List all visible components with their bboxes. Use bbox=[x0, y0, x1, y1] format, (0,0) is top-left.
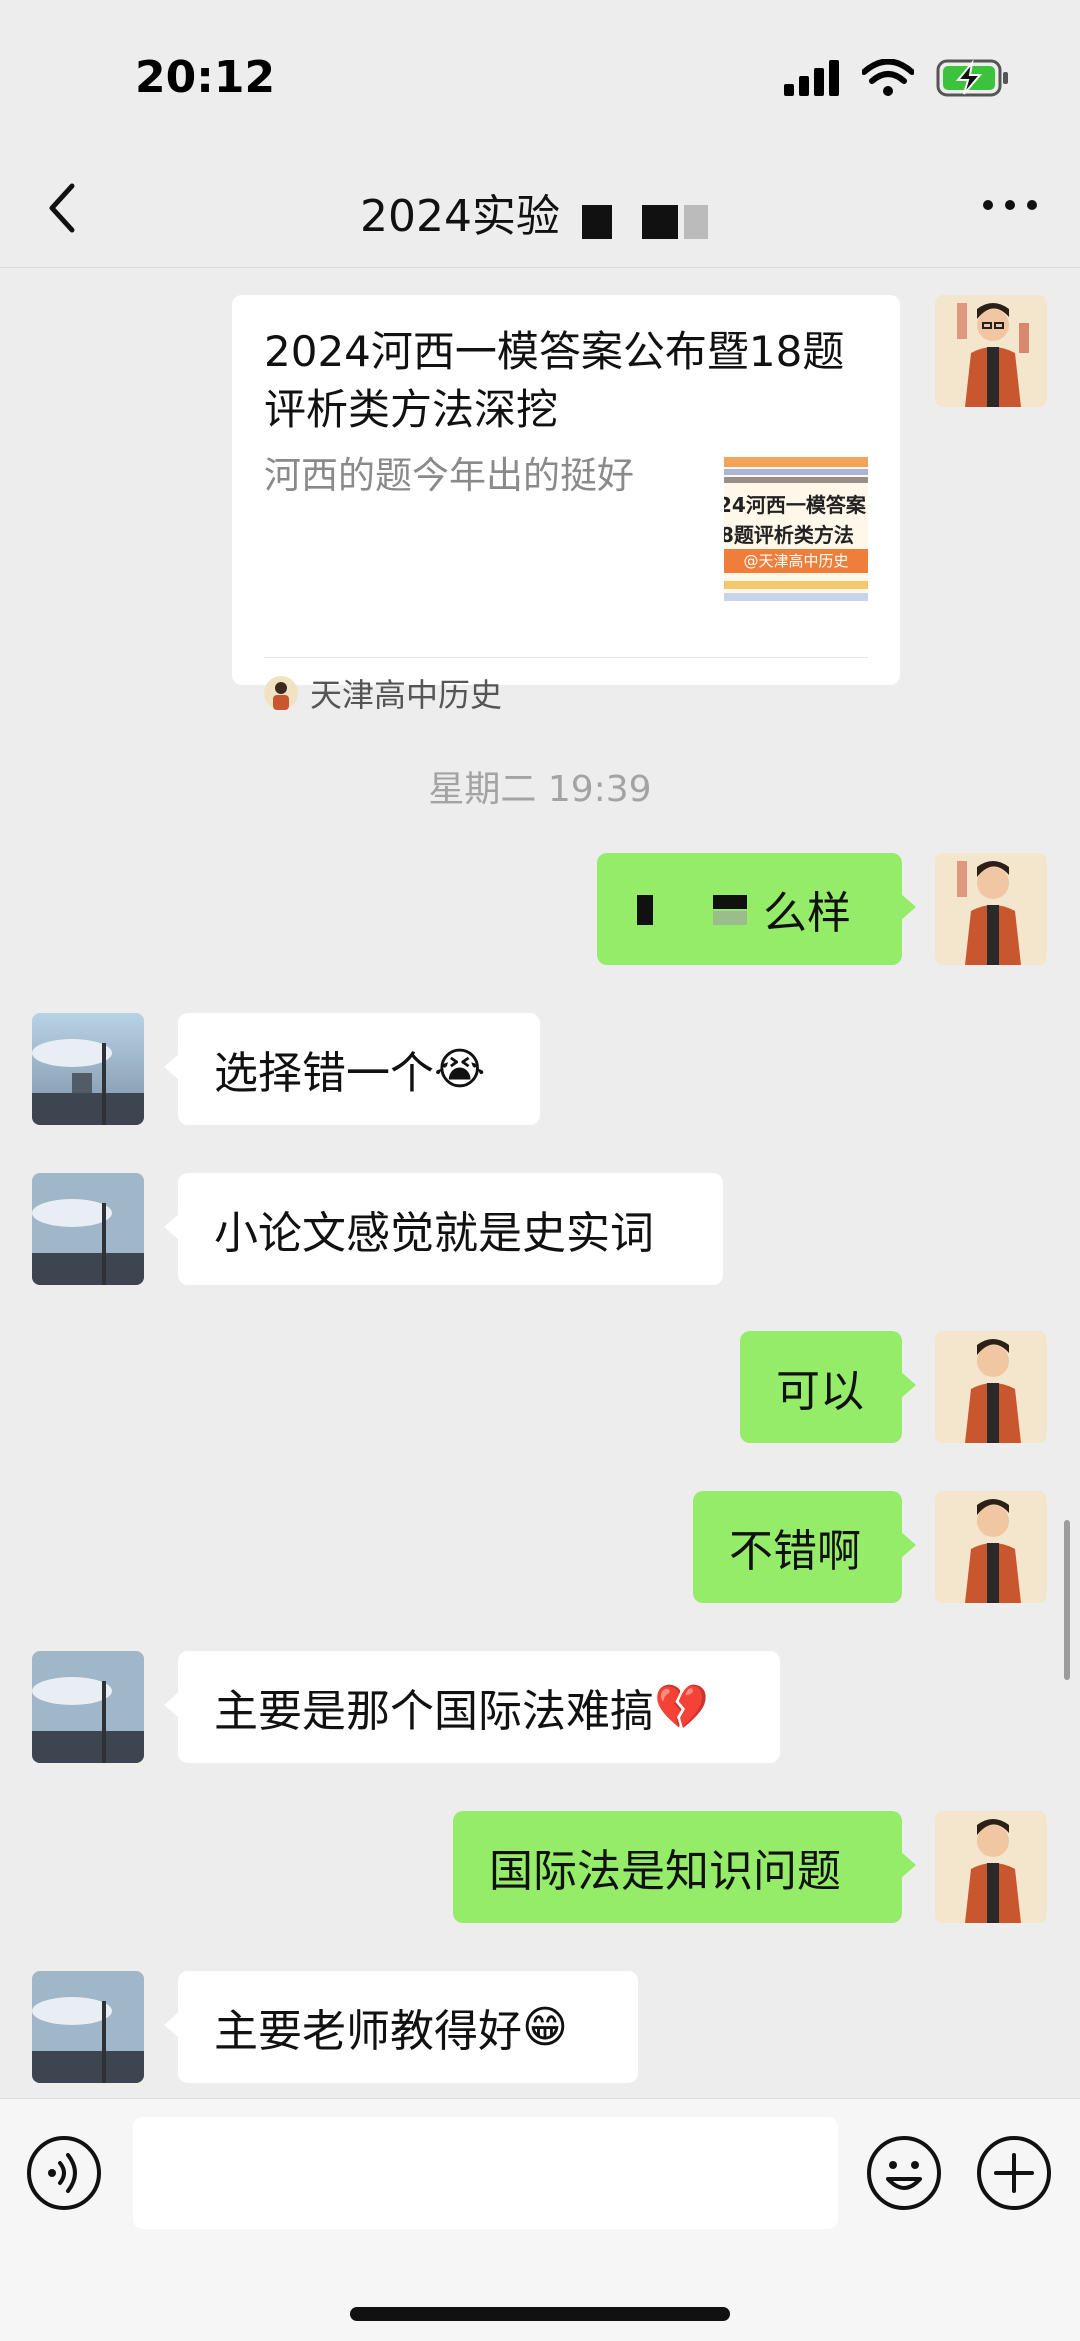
message-bubble[interactable]: 么样 bbox=[597, 853, 916, 965]
message-text: 不错啊 bbox=[729, 1526, 861, 1577]
message-text: 么样 bbox=[763, 888, 851, 939]
message-bubble[interactable]: 国际法是知识问题 bbox=[453, 1811, 916, 1923]
card-divider bbox=[264, 657, 868, 658]
message-bubble[interactable]: 小论文感觉就是史实词 bbox=[164, 1173, 723, 1285]
my-avatar[interactable] bbox=[935, 295, 1047, 407]
message-bubble[interactable]: 主要是那个国际法难搞 💔 bbox=[164, 1651, 780, 1763]
my-avatar[interactable] bbox=[935, 1331, 1047, 1443]
message-text: 小论文感觉就是史实词 bbox=[214, 1208, 654, 1259]
status-time: 20:12 bbox=[135, 52, 276, 103]
input-bar bbox=[0, 2098, 1080, 2341]
broken-heart-emoji-icon: 💔 bbox=[654, 1682, 709, 1733]
chevron-left-icon bbox=[49, 183, 75, 233]
battery-charging-icon bbox=[936, 59, 1008, 97]
navigation-bar: 2024实验 bbox=[0, 150, 1080, 268]
sky-photo-avatar-icon bbox=[32, 1971, 144, 2083]
message-bubble[interactable]: 可以 bbox=[740, 1331, 916, 1443]
voice-icon bbox=[27, 2136, 101, 2210]
back-button[interactable] bbox=[40, 180, 90, 236]
my-avatar[interactable] bbox=[935, 853, 1047, 965]
message-text: 选择错一个 bbox=[214, 1048, 434, 1099]
article-title: 2024河西一模答案公布暨18题评析类方法深挖 bbox=[264, 327, 845, 434]
article-description: 河西的题今年出的挺好 bbox=[264, 454, 634, 497]
contact-avatar[interactable] bbox=[32, 1651, 144, 1763]
teacher-avatar-icon bbox=[935, 1491, 1047, 1603]
cellular-signal-icon bbox=[784, 60, 839, 96]
plus-icon bbox=[977, 2136, 1051, 2210]
message-timestamp: 星期二 19:39 bbox=[428, 769, 652, 810]
status-icons bbox=[784, 58, 1010, 98]
article-source-name: 天津高中历史 bbox=[310, 676, 503, 714]
teacher-avatar-icon bbox=[935, 295, 1047, 407]
status-bar: 20:12 bbox=[0, 0, 1080, 150]
more-options-button[interactable] bbox=[980, 190, 1040, 220]
redacted-text bbox=[633, 887, 763, 931]
article-source[interactable]: 天津高中历史 bbox=[264, 670, 502, 716]
scroll-indicator[interactable] bbox=[1064, 1520, 1070, 1680]
shared-article-card[interactable]: 2024河西一模答案公布暨18题评析类方法深挖 河西的题今年出的挺好 24河西一… bbox=[232, 295, 900, 714]
my-avatar[interactable] bbox=[935, 1491, 1047, 1603]
wifi-icon bbox=[862, 59, 914, 96]
crying-emoji-icon: 😭 bbox=[434, 1043, 486, 1095]
message-bubble[interactable]: 选择错一个 😭 bbox=[164, 1013, 540, 1125]
article-thumbnail: 24河西一模答案 8题评析类方法 @天津高中历史 bbox=[724, 457, 868, 601]
message-bubble[interactable]: 主要老师教得好 😁 bbox=[164, 1971, 638, 2083]
source-avatar-icon bbox=[264, 676, 298, 710]
message-bubble[interactable]: 不错啊 bbox=[693, 1491, 916, 1603]
message-text: 国际法是知识问题 bbox=[489, 1846, 841, 1897]
sky-photo-avatar-icon bbox=[32, 1651, 144, 1763]
contact-avatar[interactable] bbox=[32, 1013, 144, 1125]
message-text: 主要老师教得好 bbox=[214, 2006, 522, 2057]
my-avatar[interactable] bbox=[935, 1811, 1047, 1923]
sky-photo-avatar-icon bbox=[32, 1173, 144, 1285]
emoji-icon bbox=[867, 2136, 941, 2210]
teacher-avatar-icon bbox=[935, 853, 1047, 965]
more-dots-icon bbox=[983, 200, 1037, 210]
contact-avatar[interactable] bbox=[32, 1971, 144, 2083]
teacher-avatar-icon bbox=[935, 1811, 1047, 1923]
voice-input-button[interactable] bbox=[26, 2135, 102, 2211]
emoji-button[interactable] bbox=[866, 2135, 942, 2211]
thumbnail-line-1: 24河西一模答案 bbox=[724, 493, 866, 517]
sky-photo-avatar-icon bbox=[32, 1013, 144, 1125]
more-actions-button[interactable] bbox=[976, 2135, 1052, 2211]
chat-message-list[interactable]: 2024河西一模答案公布暨18题评析类方法深挖 河西的题今年出的挺好 24河西一… bbox=[0, 268, 1080, 2098]
thumbnail-line-2: 8题评析类方法 bbox=[724, 523, 854, 547]
teacher-avatar-icon bbox=[935, 1331, 1047, 1443]
thumbnail-line-3: @天津高中历史 bbox=[724, 549, 868, 573]
chat-title-text: 2024实验 bbox=[360, 191, 560, 242]
contact-avatar[interactable] bbox=[32, 1173, 144, 1285]
chat-title: 2024实验 bbox=[360, 180, 724, 244]
message-text: 可以 bbox=[776, 1366, 864, 1417]
message-input[interactable] bbox=[133, 2117, 838, 2229]
title-redaction bbox=[574, 199, 724, 239]
grinning-emoji-icon: 😁 bbox=[522, 2001, 568, 2053]
home-indicator[interactable] bbox=[350, 2307, 730, 2321]
message-text: 主要是那个国际法难搞 bbox=[214, 1686, 654, 1737]
